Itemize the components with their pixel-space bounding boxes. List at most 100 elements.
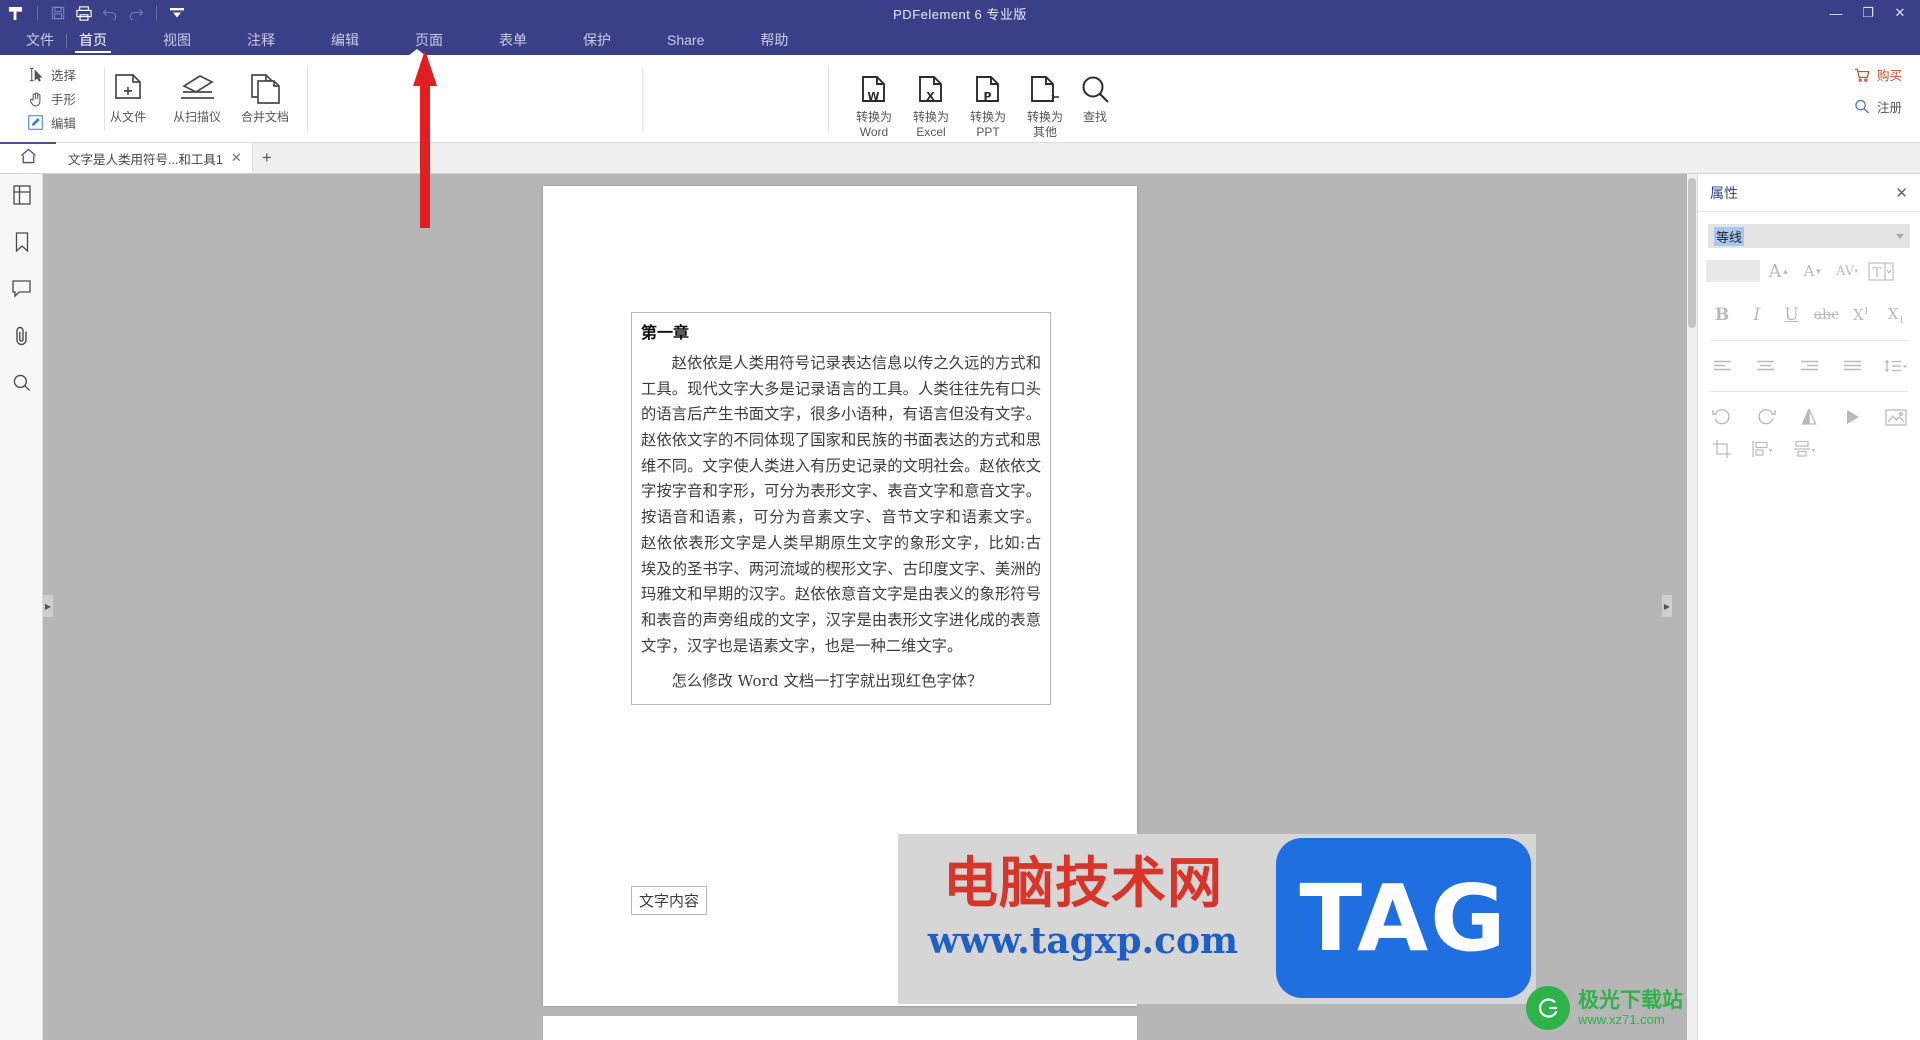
buy-button[interactable]: 购买 xyxy=(1854,65,1902,84)
close-icon[interactable]: ✕ xyxy=(1895,184,1908,202)
menu-item-protect[interactable]: 保护 xyxy=(575,26,619,55)
svg-text:P: P xyxy=(983,90,991,103)
font-family-value: 等线 xyxy=(1714,226,1745,246)
flip-vertical-icon[interactable] xyxy=(1839,404,1867,430)
crop-icon[interactable] xyxy=(1708,436,1736,462)
pdf-page-2[interactable] xyxy=(543,1016,1137,1040)
new-tab-button[interactable]: + xyxy=(253,143,281,173)
divider xyxy=(307,67,308,131)
subscript-icon[interactable]: X1 xyxy=(1882,302,1910,328)
flip-horizontal-icon[interactable] xyxy=(1795,404,1823,430)
character-spacing-icon[interactable]: AV ▾ xyxy=(1832,258,1862,284)
cursor-select-icon xyxy=(26,66,45,83)
line-spacing-icon[interactable] xyxy=(1882,353,1910,379)
document-tab-strip: 文字是人类用符号...和工具1 ✕ + xyxy=(0,142,1920,174)
replace-image-icon[interactable] xyxy=(1882,404,1910,430)
divider xyxy=(66,33,67,48)
tab-document-1-label: 文字是人类用符号...和工具1 xyxy=(68,152,223,167)
button-merge-docs[interactable]: 合并文档 xyxy=(232,69,298,124)
button-find[interactable]: 查找 xyxy=(1062,69,1128,124)
left-panel-handle[interactable]: ▶ xyxy=(43,595,53,617)
sidebar-item-attachments[interactable] xyxy=(0,315,43,362)
window-controls: — ❐ ✕ xyxy=(1820,0,1916,26)
properties-panel: 属性 ✕ 等线 A ▲ A ▼ AV ▾ T B I U abc X1 X1 xyxy=(1697,174,1920,1040)
align-center-icon[interactable] xyxy=(1752,353,1780,379)
menu-item-home[interactable]: 首页 xyxy=(71,26,115,55)
superscript-icon[interactable]: X1 xyxy=(1847,302,1875,328)
button-from-scanner[interactable]: 从扫描仪 xyxy=(164,69,230,124)
tool-select[interactable]: 选择 xyxy=(26,65,76,84)
divider xyxy=(828,67,829,131)
align-objects-icon[interactable] xyxy=(1750,436,1778,462)
merge-docs-icon xyxy=(232,69,298,109)
menu-item-view[interactable]: 视图 xyxy=(155,26,199,55)
tool-hand[interactable]: 手形 xyxy=(26,89,76,108)
sidebar-item-thumbnails[interactable] xyxy=(0,174,43,221)
viewer-scrollbar-thumb[interactable] xyxy=(1688,178,1696,328)
edit-pencil-icon xyxy=(26,114,45,131)
document-viewer[interactable]: 第一章 赵依依是人类用符号记录表达信息以传之久远的方式和工具。现代文字大多是记录… xyxy=(43,174,1697,1040)
bookmark-icon xyxy=(14,232,30,257)
rotate-right-icon[interactable] xyxy=(1752,404,1780,430)
button-convert-other-sub: 其他 xyxy=(1032,125,1057,139)
tool-edit[interactable]: 编辑 xyxy=(26,113,76,132)
window-title: PDFelement 6 专业版 xyxy=(893,6,1027,22)
text-box-tool-icon[interactable]: T xyxy=(1866,258,1896,284)
menu-item-file[interactable]: 文件 xyxy=(18,26,62,55)
tab-close-icon[interactable]: ✕ xyxy=(231,150,242,166)
decrease-font-size-icon[interactable]: A ▼ xyxy=(1798,258,1828,284)
font-size-select[interactable] xyxy=(1706,260,1760,282)
image-tools-row xyxy=(1708,404,1910,430)
file-plus-icon xyxy=(95,69,161,109)
sidebar-item-search[interactable] xyxy=(0,362,43,409)
editable-textbox-secondary[interactable]: 文字内容 xyxy=(631,886,708,915)
menu-item-annotate[interactable]: 注释 xyxy=(239,26,283,55)
close-button[interactable]: ✕ xyxy=(1884,0,1916,26)
tab-home[interactable] xyxy=(0,142,56,173)
menu-item-help[interactable]: 帮助 xyxy=(752,26,796,55)
document-heading: 第一章 xyxy=(641,323,690,342)
font-family-select[interactable]: 等线 xyxy=(1708,224,1910,248)
underline-icon[interactable]: U xyxy=(1778,302,1806,328)
text-format-row: B I U abc X1 X1 xyxy=(1708,302,1910,328)
home-icon xyxy=(20,148,37,169)
increase-font-size-icon[interactable]: A ▲ xyxy=(1764,258,1794,284)
menu-item-form[interactable]: 表单 xyxy=(491,26,535,55)
watermark-tag-logo: TAG xyxy=(1276,838,1531,998)
badge-url: www.xz71.com xyxy=(1578,1011,1665,1027)
align-left-icon[interactable] xyxy=(1708,353,1736,379)
ribbon-toolbar: 选择 手形 编辑 从文件 从扫描仪 合并文档 W 转换为 Word X 转换为 … xyxy=(0,49,1920,171)
bold-icon[interactable]: B xyxy=(1708,302,1736,328)
title-bar: PDFelement 6 专业版 — ❐ ✕ xyxy=(0,0,1920,26)
document-paragraph-1: 赵依依是人类用符号记录表达信息以传之久远的方式和工具。现代文字大多是记录语言的工… xyxy=(641,354,1041,655)
register-button[interactable]: 注册 xyxy=(1854,97,1902,116)
sidebar-item-bookmarks[interactable] xyxy=(0,221,43,268)
maximize-button[interactable]: ❐ xyxy=(1852,0,1884,26)
button-merge-docs-label: 合并文档 xyxy=(240,110,289,124)
minimize-button[interactable]: — xyxy=(1820,0,1852,26)
sidebar-item-comments[interactable] xyxy=(0,268,43,315)
button-from-scanner-label: 从扫描仪 xyxy=(172,110,221,124)
editable-textbox-main[interactable]: 第一章 赵依依是人类用符号记录表达信息以传之久远的方式和工具。现代文字大多是记录… xyxy=(631,312,1051,705)
right-panel-handle[interactable]: ▶ xyxy=(1662,595,1672,617)
tab-document-1[interactable]: 文字是人类用符号...和工具1 ✕ xyxy=(56,143,253,173)
align-right-icon[interactable] xyxy=(1795,353,1823,379)
chevron-down-icon xyxy=(1896,233,1904,239)
watermark-overlay: 电脑技术网 www.tagxp.com TAG xyxy=(898,834,1536,1004)
strikethrough-icon[interactable]: abc xyxy=(1812,302,1840,328)
italic-icon[interactable]: I xyxy=(1743,302,1771,328)
menu-item-edit[interactable]: 编辑 xyxy=(323,26,367,55)
viewer-scrollbar[interactable] xyxy=(1687,174,1697,1040)
svg-text:W: W xyxy=(867,90,879,103)
chevron-right-icon: ▶ xyxy=(1663,601,1671,611)
rotate-left-icon[interactable] xyxy=(1708,404,1736,430)
button-from-file[interactable]: 从文件 xyxy=(95,69,161,124)
button-from-file-label: 从文件 xyxy=(109,110,146,124)
badge-icon xyxy=(1526,986,1570,1030)
align-justify-icon[interactable] xyxy=(1839,353,1867,379)
tool-edit-label: 编辑 xyxy=(51,117,77,131)
divider xyxy=(1710,391,1908,392)
scanner-icon xyxy=(164,69,230,109)
menu-item-share[interactable]: Share xyxy=(659,26,712,55)
distribute-objects-icon[interactable] xyxy=(1792,436,1820,462)
